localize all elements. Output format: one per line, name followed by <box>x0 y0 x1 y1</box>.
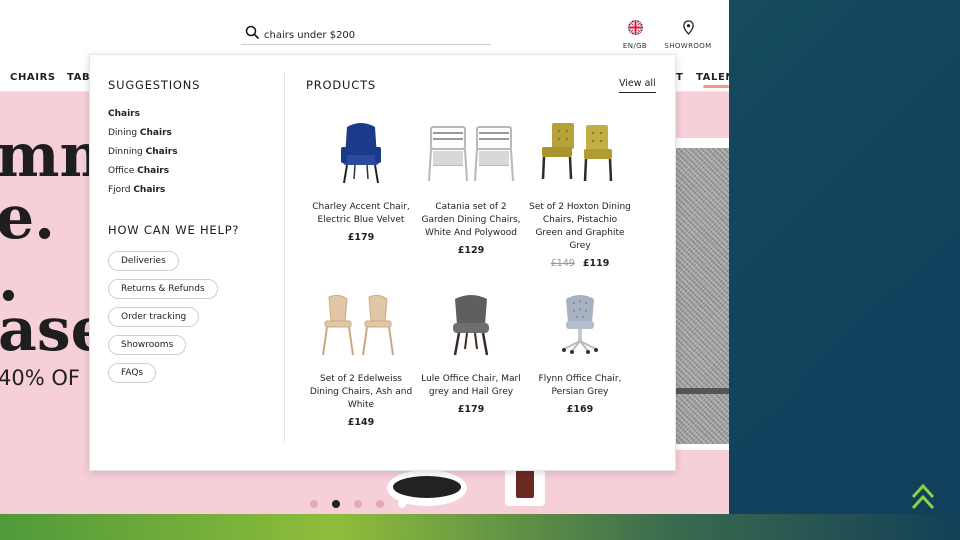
nav-active-underline <box>703 85 729 88</box>
suggestion-keyword: Chairs <box>137 166 170 176</box>
carousel-dot-active[interactable] <box>332 500 340 508</box>
product-name: Set of 2 Edelweiss Dining Chairs, Ash an… <box>309 374 413 410</box>
search-icon[interactable] <box>245 25 260 40</box>
carousel-dot[interactable] <box>354 500 362 508</box>
product-price-value: £169 <box>566 404 594 415</box>
help-link-returns[interactable]: Returns & Refunds <box>108 279 218 299</box>
product-card[interactable]: Lule Office Chair, Marl grey and Hail Gr… <box>419 289 523 415</box>
product-price: £179 <box>309 232 413 243</box>
suggestion-keyword: Chairs <box>139 128 172 138</box>
product-price: £129 <box>419 245 523 256</box>
product-name: Catania set of 2 Garden Dining Chairs, W… <box>421 202 521 238</box>
product-name: Flynn Office Chair, Persian Grey <box>538 374 622 397</box>
language-selector[interactable]: EN/GB <box>620 20 650 50</box>
language-label: EN/GB <box>622 42 648 50</box>
product-card[interactable]: Charley Accent Chair, Electric Blue Velv… <box>309 117 413 243</box>
nav-item-partial[interactable]: T <box>676 72 683 83</box>
ash-chairs-icon <box>309 289 413 361</box>
help-link-deliveries[interactable]: Deliveries <box>108 251 179 271</box>
help-title: HOW CAN WE HELP? <box>108 223 240 237</box>
view-all-link[interactable]: View all <box>619 78 656 93</box>
product-price: £149 £119 <box>528 258 632 269</box>
product-price-value: £149 <box>347 417 375 428</box>
tufted-office-chair-icon <box>528 289 632 361</box>
product-price-value: £119 <box>582 258 610 269</box>
suggestion-keyword: Chairs <box>133 185 166 195</box>
product-card[interactable]: Set of 2 Hoxton Dining Chairs, Pistachio… <box>528 117 632 269</box>
suggestion-item[interactable]: Dining Chairs <box>108 128 172 138</box>
suggestion-item[interactable]: Dinning Chairs <box>108 147 178 157</box>
suggestion-prefix: Fjord <box>108 185 134 195</box>
uk-flag-icon <box>627 20 643 35</box>
browser-viewport: mm e. . ase 40% OF chairs under $200 EN/… <box>0 0 729 514</box>
showroom-label: SHOWROOM <box>664 42 712 50</box>
suggestion-prefix: Office <box>108 166 138 176</box>
green-chairs-icon <box>528 117 632 189</box>
carousel-dots <box>310 493 420 512</box>
product-price: £149 <box>309 417 413 428</box>
showroom-link[interactable]: SHOWROOM <box>662 20 714 50</box>
nav-item-chairs[interactable]: CHAIRS <box>10 72 56 83</box>
carousel-dot[interactable] <box>398 500 406 508</box>
location-pin-icon <box>682 20 694 35</box>
product-card[interactable]: Flynn Office Chair, Persian Grey £169 <box>528 289 632 415</box>
search-input[interactable] <box>264 28 484 42</box>
products-title: PRODUCTS <box>306 78 377 92</box>
product-price: £169 <box>528 404 632 415</box>
search-dropdown: SUGGESTIONS Chairs Dining Chairs Dinning… <box>89 54 676 471</box>
hero-headline-line-2: e. <box>0 183 56 253</box>
suggestion-prefix: Dining <box>108 128 140 138</box>
grey-office-chair-icon <box>419 289 523 361</box>
scroll-to-top-icon[interactable] <box>908 480 938 514</box>
product-name: Charley Accent Chair, Electric Blue Velv… <box>312 202 410 225</box>
product-price-value: £179 <box>347 232 375 243</box>
product-old-price: £149 <box>550 258 575 269</box>
search-bar[interactable] <box>241 24 491 45</box>
suggestion-item[interactable]: Office Chairs <box>108 166 169 176</box>
suggestion-keyword: Chairs <box>145 147 178 157</box>
nav-item-talent[interactable]: TALEN <box>696 72 729 83</box>
suggestion-item[interactable]: Fjord Chairs <box>108 185 165 195</box>
suggestion-prefix: Dinning <box>108 147 146 157</box>
product-price-value: £179 <box>457 404 485 415</box>
hero-stool-image <box>505 468 545 506</box>
hero-sofa-image <box>676 138 729 450</box>
suggestion-keyword: Chairs <box>108 109 140 119</box>
help-link-order-tracking[interactable]: Order tracking <box>108 307 200 327</box>
carousel-dot[interactable] <box>310 500 318 508</box>
product-card[interactable]: Catania set of 2 Garden Dining Chairs, W… <box>419 117 523 256</box>
suggestion-item[interactable]: Chairs <box>108 109 140 119</box>
help-link-showrooms[interactable]: Showrooms <box>108 335 187 355</box>
product-name: Set of 2 Hoxton Dining Chairs, Pistachio… <box>529 202 631 251</box>
product-name: Lule Office Chair, Marl grey and Hail Gr… <box>421 374 521 397</box>
product-card[interactable]: Set of 2 Edelweiss Dining Chairs, Ash an… <box>309 289 413 428</box>
dropdown-divider <box>284 71 285 443</box>
suggestions-title: SUGGESTIONS <box>108 78 201 92</box>
blue-velvet-chair-icon <box>309 117 413 189</box>
carousel-dot[interactable] <box>376 500 384 508</box>
product-price-value: £129 <box>457 245 485 256</box>
product-price: £179 <box>419 404 523 415</box>
help-link-faqs[interactable]: FAQs <box>108 363 157 383</box>
garden-chairs-icon <box>419 117 523 189</box>
desktop-bottom-strip <box>0 514 960 540</box>
hero-discount-text: 40% OF <box>0 366 80 390</box>
